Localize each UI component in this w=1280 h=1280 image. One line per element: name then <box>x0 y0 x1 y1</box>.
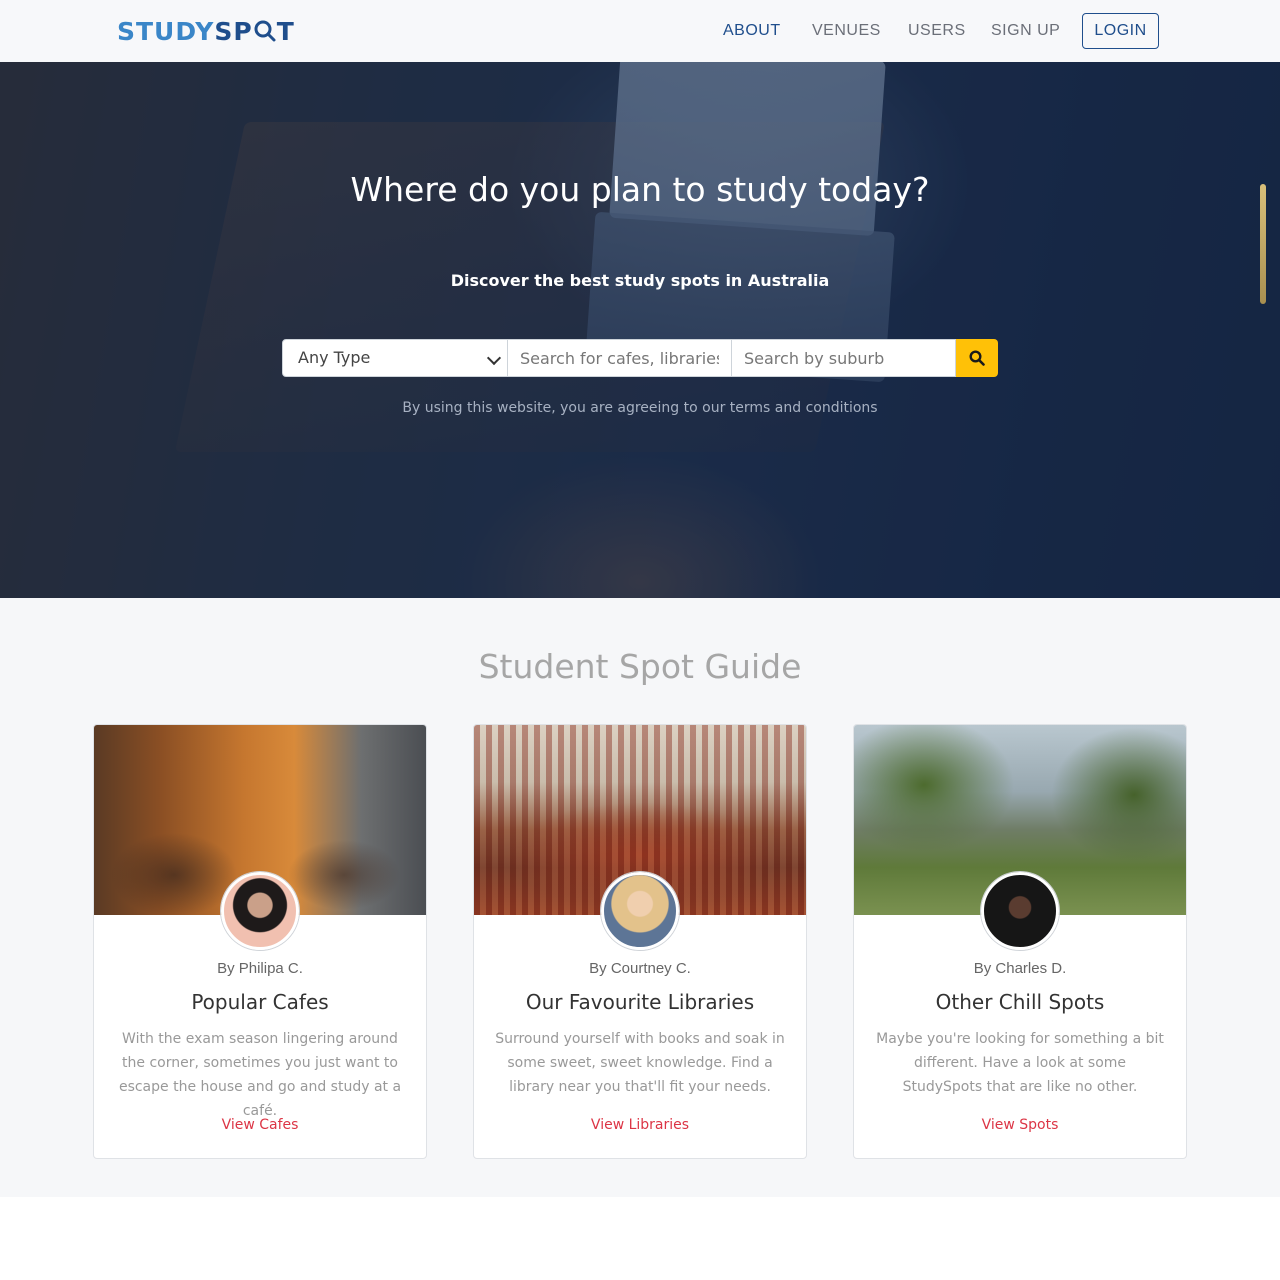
nav-users[interactable]: USERS <box>908 20 966 42</box>
avatar <box>601 872 679 950</box>
search-venue-input[interactable] <box>508 339 732 377</box>
guide-card-libraries: By Courtney C. Our Favourite Libraries S… <box>473 724 807 1159</box>
card-title: Our Favourite Libraries <box>525 990 755 1014</box>
card-description: Maybe you're looking for something a bit… <box>876 1031 1164 1095</box>
chevron-down-icon <box>486 350 502 366</box>
navbar: STUDYSP T ABOUT VENUES USERS SIGN UP LOGI… <box>0 0 1280 62</box>
view-cafes-link[interactable]: View Cafes <box>94 1115 426 1135</box>
search-icon <box>969 350 985 366</box>
logo-text-t: T <box>276 17 295 46</box>
card-author: By Courtney C. <box>589 960 691 977</box>
card-description: Surround yourself with books and soak in… <box>495 1031 785 1095</box>
search-button[interactable] <box>956 339 998 377</box>
search-suburb-input[interactable] <box>732 339 956 377</box>
logo-text-study: STUDY <box>117 17 215 46</box>
card-author: By Philipa C. <box>217 960 303 977</box>
type-select-value: Any Type <box>298 348 371 367</box>
hero-subtitle: Discover the best study spots in Austral… <box>450 271 830 290</box>
logo-text-sp: SP <box>214 17 253 46</box>
terms-notice: By using this website, you are agreeing … <box>402 400 878 416</box>
nav-venues[interactable]: VENUES <box>812 20 881 42</box>
login-button[interactable]: LOGIN <box>1082 13 1159 49</box>
card-title: Other Chill Spots <box>935 990 1105 1014</box>
magnifier-logo-icon <box>254 20 276 42</box>
view-libraries-link[interactable]: View Libraries <box>474 1115 806 1135</box>
card-description: With the exam season lingering around th… <box>118 1031 402 1119</box>
card-title: Popular Cafes <box>191 990 329 1014</box>
type-select[interactable]: Any Type <box>282 339 508 377</box>
nav-sign-up[interactable]: SIGN UP <box>991 20 1060 42</box>
logo[interactable]: STUDYSP T <box>117 17 295 47</box>
avatar <box>981 872 1059 950</box>
search-bar: Any Type <box>282 339 998 377</box>
nav-about[interactable]: ABOUT <box>723 20 781 42</box>
guide-card-cafes: By Philipa C. Popular Cafes With the exa… <box>93 724 427 1159</box>
card-author: By Charles D. <box>973 960 1067 977</box>
hero-section: Where do you plan to study today? Discov… <box>0 62 1280 598</box>
student-spot-guide: Student Spot Guide By Philipa C. Popular… <box>0 598 1280 1197</box>
avatar <box>221 872 299 950</box>
hero-title: Where do you plan to study today? <box>350 170 930 209</box>
guide-title: Student Spot Guide <box>478 647 802 686</box>
hero-overlay <box>0 62 1280 598</box>
view-spots-link[interactable]: View Spots <box>854 1115 1186 1135</box>
guide-card-spots: By Charles D. Other Chill Spots Maybe yo… <box>853 724 1187 1159</box>
